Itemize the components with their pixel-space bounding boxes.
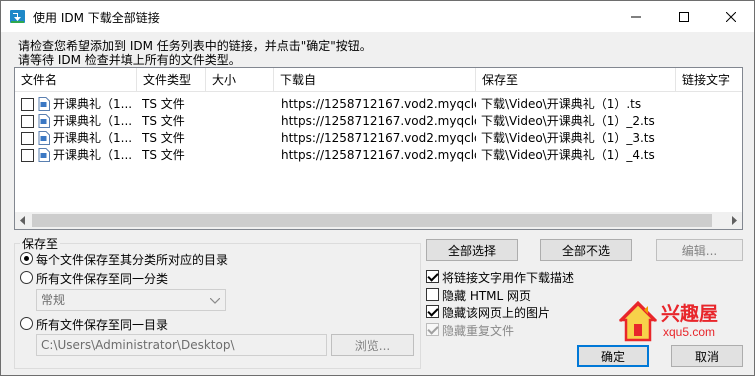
ts-file-icon: [38, 114, 50, 128]
hide-images-label[interactable]: 隐藏该网页上的图片: [442, 304, 550, 321]
column-header-filetype[interactable]: 文件类型: [137, 68, 206, 92]
close-button[interactable]: [708, 1, 754, 32]
save-same-folder-label[interactable]: 所有文件保存至同一目录: [36, 316, 168, 333]
ts-file-icon: [38, 148, 50, 162]
window-title: 使用 IDM 下载全部链接: [33, 11, 160, 25]
row-checkbox[interactable]: [21, 98, 34, 111]
cell-filetype: TS 文件: [142, 114, 185, 128]
save-same-folder-radio[interactable]: [20, 317, 33, 330]
use-link-text-checkbox[interactable]: [426, 270, 439, 283]
cell-size: [211, 96, 271, 113]
cell-from: https://1258712167.vod2.myqcloud...: [281, 97, 476, 111]
category-dropdown[interactable]: 常规: [36, 289, 226, 311]
column-header-size[interactable]: 大小: [206, 68, 274, 92]
cell-filename: 开课典礼（1...: [53, 131, 133, 145]
column-header-save-to[interactable]: 保存至: [476, 68, 676, 92]
maximize-icon: [679, 11, 689, 22]
ts-file-icon: [38, 131, 50, 145]
cell-link-text: [681, 113, 741, 130]
cell-filename: 开课典礼（1...: [53, 148, 133, 162]
table-row[interactable]: 开课典礼（1... TS 文件 https://1258712167.vod2.…: [15, 96, 742, 113]
use-link-text-label[interactable]: 将链接文字用作下载描述: [442, 269, 574, 286]
column-header-filename[interactable]: 文件名: [15, 68, 137, 92]
cell-link-text: [681, 147, 741, 164]
select-all-button[interactable]: 全部选择: [426, 239, 518, 261]
close-icon: [726, 11, 736, 22]
links-list-view[interactable]: 文件名 文件类型 大小 下载自 保存至 链接文字 开课典礼（1... TS 文件…: [14, 67, 743, 230]
cell-from: https://1258712167.vod2.myqcloud...: [281, 148, 476, 162]
cell-link-text: [681, 130, 741, 147]
scroll-left-arrow-icon[interactable]: [19, 216, 27, 225]
row-checkbox[interactable]: [21, 132, 34, 145]
cell-from: https://1258712167.vod2.myqcloud...: [281, 114, 476, 128]
column-header-from[interactable]: 下载自: [274, 68, 476, 92]
edit-button[interactable]: 编辑...: [656, 239, 743, 261]
table-row[interactable]: 开课典礼（1... TS 文件 https://1258712167.vod2.…: [15, 113, 742, 130]
cell-size: [211, 113, 271, 130]
cell-save-to: 下载\Video\开课典礼（1）_4.ts: [481, 148, 655, 162]
cell-filetype: TS 文件: [142, 131, 185, 145]
hide-duplicates-checkbox[interactable]: [426, 323, 439, 336]
hide-html-checkbox[interactable]: [426, 288, 439, 301]
scroll-right-arrow-icon[interactable]: [730, 216, 738, 225]
table-row[interactable]: 开课典礼（1... TS 文件 https://1258712167.vod2.…: [15, 147, 742, 164]
browse-button[interactable]: 浏览...: [331, 334, 414, 356]
cell-size: [211, 130, 271, 147]
cell-from: https://1258712167.vod2.myqcloud...: [281, 131, 476, 145]
instruction-line-2: 请等待 IDM 检查并填上所有的文件类型。: [18, 53, 241, 67]
save-by-category-radio[interactable]: [20, 252, 33, 265]
horizontal-scrollbar[interactable]: [15, 212, 742, 229]
hide-images-checkbox[interactable]: [426, 305, 439, 318]
cell-filetype: TS 文件: [142, 148, 185, 162]
dialog-window: 使用 IDM 下载全部链接 请检查您希望添加到 IDM 任务列表中的链接，并点击…: [0, 0, 755, 376]
ok-button[interactable]: 确定: [577, 345, 649, 367]
folder-path-input[interactable]: C:\Users\Administrator\Desktop\: [36, 334, 327, 356]
cell-link-text: [681, 96, 741, 113]
ts-file-icon: [38, 97, 50, 111]
cancel-button[interactable]: 取消: [671, 345, 743, 367]
save-same-category-label[interactable]: 所有文件保存至同一分类: [36, 270, 168, 287]
minimize-icon: [631, 16, 641, 17]
cell-filename: 开课典礼（1...: [53, 97, 133, 111]
chevron-down-icon: [210, 298, 220, 304]
title-bar[interactable]: 使用 IDM 下载全部链接: [1, 1, 754, 32]
hide-duplicates-label[interactable]: 隐藏重复文件: [442, 322, 514, 339]
save-to-group-label: 保存至: [20, 235, 61, 252]
deselect-all-button[interactable]: 全部不选: [540, 239, 632, 261]
cell-save-to: 下载\Video\开课典礼（1）.ts: [481, 97, 642, 111]
cell-filename: 开课典礼（1...: [53, 114, 133, 128]
cell-save-to: 下载\Video\开课典礼（1）_3.ts: [481, 131, 655, 145]
row-checkbox[interactable]: [21, 149, 34, 162]
list-header: 文件名 文件类型 大小 下载自 保存至 链接文字: [15, 68, 742, 92]
watermark-text-cn: 兴趣屋: [661, 303, 719, 325]
cell-save-to: 下载\Video\开课典礼（1）_2.ts: [481, 114, 655, 128]
table-row[interactable]: 开课典礼（1... TS 文件 https://1258712167.vod2.…: [15, 130, 742, 147]
watermark-text-url: xqu5.com: [663, 325, 716, 339]
maximize-button[interactable]: [661, 1, 707, 32]
scrollbar-thumb[interactable]: [32, 214, 712, 227]
cell-filetype: TS 文件: [142, 97, 185, 111]
cell-size: [211, 147, 271, 164]
hide-html-label[interactable]: 隐藏 HTML 网页: [442, 287, 531, 304]
save-same-category-radio[interactable]: [20, 271, 33, 284]
category-dropdown-value: 常规: [41, 293, 66, 307]
idm-logo-icon: [10, 10, 25, 23]
minimize-button[interactable]: [613, 1, 659, 32]
row-checkbox[interactable]: [21, 115, 34, 128]
column-header-link-text[interactable]: 链接文字: [676, 68, 742, 92]
save-by-category-label[interactable]: 每个文件保存至其分类所对应的目录: [36, 251, 228, 268]
